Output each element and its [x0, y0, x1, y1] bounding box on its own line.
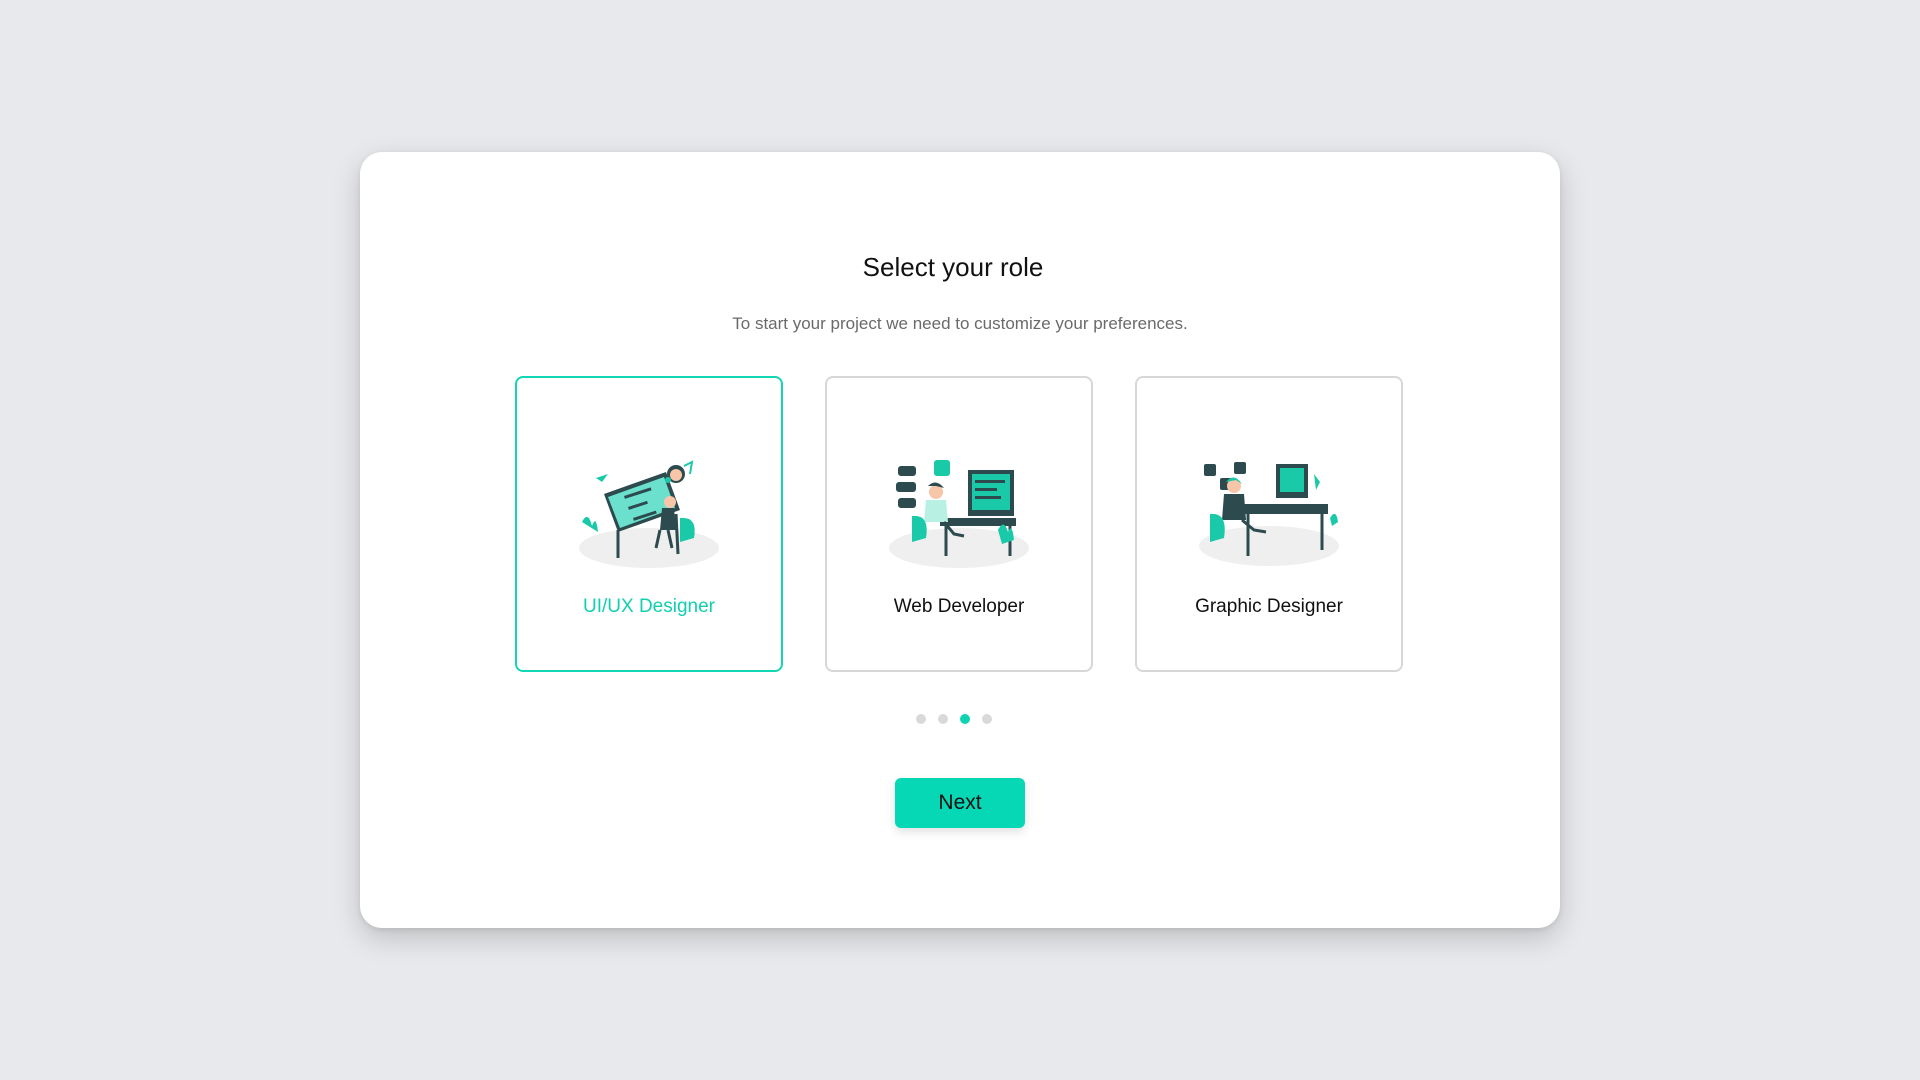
- pagination-dot-1[interactable]: [916, 714, 926, 724]
- role-selection-modal: Select your role To start your project w…: [360, 152, 1560, 928]
- role-card-label: UI/UX Designer: [583, 596, 715, 617]
- role-card-label: Web Developer: [893, 596, 1025, 617]
- pagination-dot-2[interactable]: [938, 714, 948, 724]
- page-title: Select your role: [862, 252, 1044, 282]
- role-card-ui-ux-designer[interactable]: UI/UX Designer: [515, 376, 783, 672]
- pagination-dots: [916, 714, 992, 724]
- graphic-designer-illustration: [1199, 462, 1339, 566]
- web-developer-illustration: [889, 460, 1029, 568]
- pagination-dot-3-active[interactable]: [960, 714, 970, 724]
- page-subtitle: To start your project we need to customi…: [732, 314, 1188, 333]
- pagination-dot-4[interactable]: [982, 714, 992, 724]
- ui-ux-designer-illustration: [579, 460, 719, 568]
- role-card-label: Graphic Designer: [1195, 596, 1343, 617]
- role-card-web-developer[interactable]: Web Developer: [825, 376, 1093, 672]
- next-button[interactable]: Next: [895, 778, 1025, 828]
- role-card-graphic-designer[interactable]: Graphic Designer: [1135, 376, 1403, 672]
- role-card-list: UI/UX Designer Web Developer Graphic Des…: [515, 376, 1407, 676]
